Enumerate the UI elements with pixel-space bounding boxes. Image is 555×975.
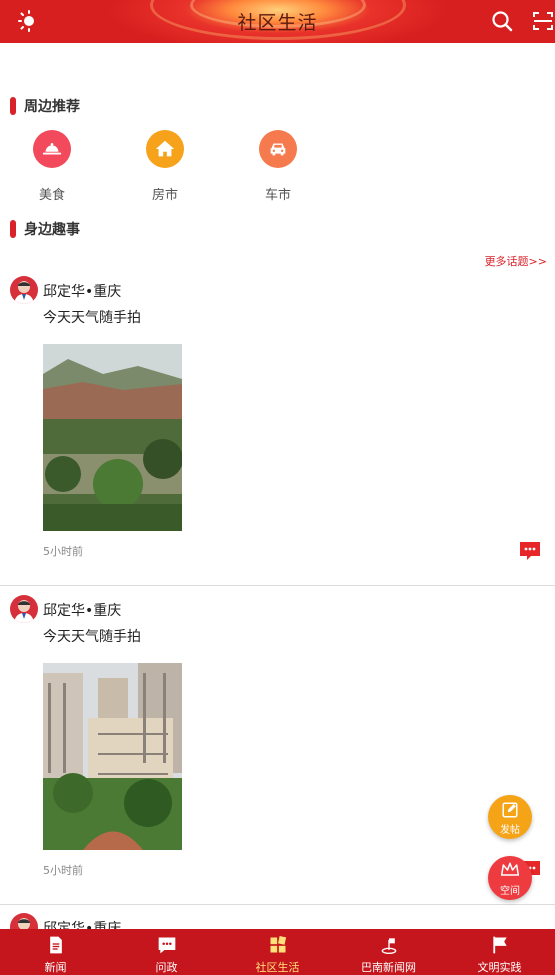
post-text: 今天天气随手拍	[43, 310, 141, 326]
avatar[interactable]	[10, 595, 38, 623]
fun-section-title: 身边趣事	[10, 220, 80, 238]
post-card[interactable]: 邱定华•重庆	[0, 913, 555, 929]
avatar[interactable]	[10, 276, 38, 304]
divider	[0, 585, 555, 586]
post-photo[interactable]	[43, 663, 182, 850]
nav-label: 问政	[155, 961, 178, 974]
post-card[interactable]: 邱定华•重庆 今天天气随手拍 5小时前	[0, 595, 555, 895]
crown-icon	[500, 862, 520, 876]
post-photo[interactable]	[43, 344, 182, 531]
page-title: 社区生活	[237, 12, 318, 34]
scan-icon[interactable]	[531, 9, 555, 33]
nav-label: 文明实践	[477, 961, 522, 974]
nav-label: 新闻	[44, 961, 67, 974]
car-icon	[259, 130, 297, 168]
category-label: 车市	[264, 188, 291, 203]
post-card[interactable]: 邱定华•重庆 今天天气随手拍 5小时前	[0, 276, 555, 576]
post-author[interactable]: 邱定华•重庆	[43, 600, 121, 620]
food-icon	[33, 130, 71, 168]
post-button-label: 发帖	[500, 825, 520, 836]
section-marker	[10, 220, 16, 238]
nav-label: 巴南新闻网	[361, 961, 416, 974]
post-button[interactable]: 发帖	[488, 795, 532, 839]
more-topics-link[interactable]: 更多话题>>	[485, 253, 547, 269]
comment-icon[interactable]	[518, 540, 542, 562]
edit-icon	[502, 802, 518, 818]
space-button[interactable]: 空间	[488, 856, 532, 900]
space-button-label: 空间	[500, 886, 520, 897]
section-marker	[10, 97, 16, 115]
flag-icon	[492, 936, 507, 954]
bottom-nav: 新闻 问政 社区生活 巴南新闻网 文明实践	[0, 929, 555, 975]
category-label: 美食	[38, 188, 65, 203]
post-time: 5小时前	[43, 864, 83, 877]
post-time: 5小时前	[43, 545, 83, 558]
nav-label: 社区生活	[255, 961, 300, 974]
app-header: 社区生活	[0, 0, 555, 43]
chat-icon	[158, 937, 175, 954]
post-author[interactable]: 邱定华•重庆	[43, 918, 121, 929]
nearby-title-text: 周边推荐	[24, 99, 80, 115]
category-car[interactable]: 车市	[248, 130, 308, 203]
house-icon	[146, 130, 184, 168]
divider	[0, 904, 555, 905]
globe-pin-icon	[381, 938, 396, 954]
post-text: 今天天气随手拍	[43, 629, 141, 645]
avatar[interactable]	[10, 913, 38, 929]
post-author[interactable]: 邱定华•重庆	[43, 281, 121, 301]
nav-item-banan-news[interactable]: 巴南新闻网	[333, 929, 444, 975]
search-icon[interactable]	[490, 9, 514, 33]
nav-item-news[interactable]: 新闻	[0, 929, 111, 975]
fun-title-text: 身边趣事	[24, 222, 80, 238]
community-icon	[270, 936, 286, 953]
nav-item-inquiry[interactable]: 问政	[111, 929, 222, 975]
category-house[interactable]: 房市	[135, 130, 195, 203]
nav-item-community[interactable]: 社区生活	[222, 929, 333, 975]
category-label: 房市	[151, 188, 178, 203]
news-icon	[49, 936, 62, 954]
nav-item-civilization[interactable]: 文明实践	[444, 929, 555, 975]
nearby-section-title: 周边推荐	[10, 97, 80, 115]
category-food[interactable]: 美食	[22, 130, 82, 203]
